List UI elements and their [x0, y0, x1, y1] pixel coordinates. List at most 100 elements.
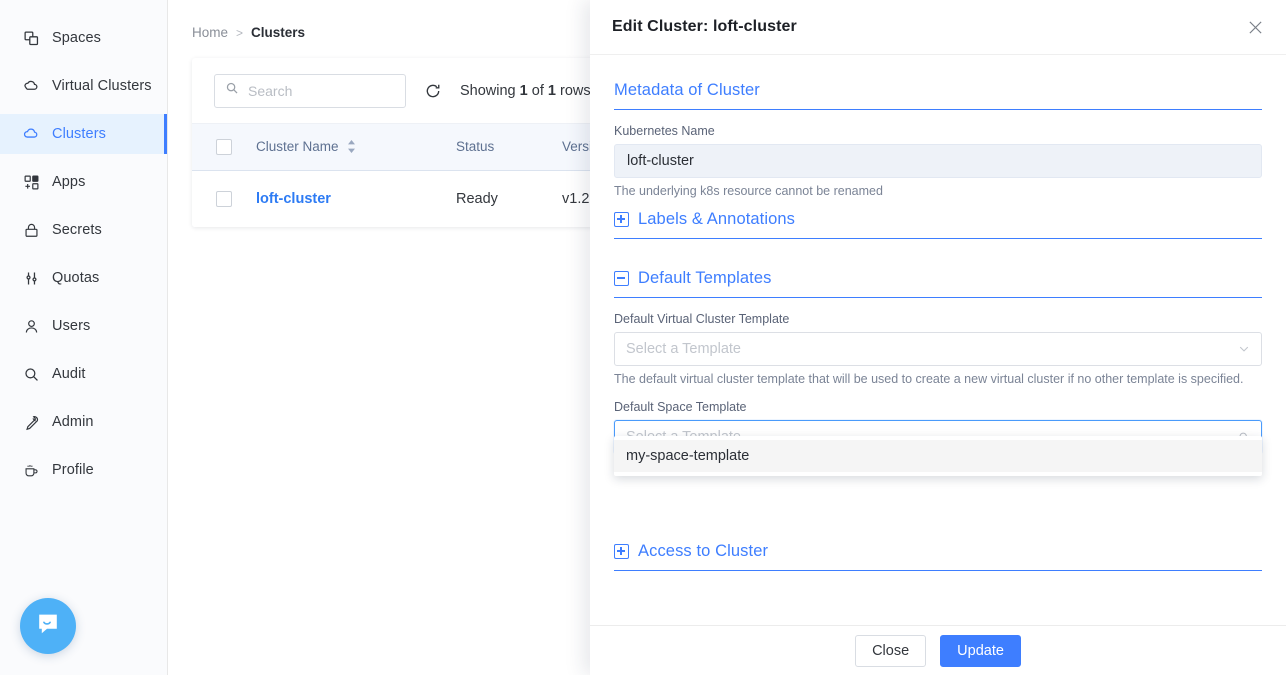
section-access-to-cluster: Access to Cluster	[614, 542, 1262, 571]
labels-annotations-toggle[interactable]: Labels & Annotations	[614, 210, 1262, 229]
kubernetes-name-input: loft-cluster	[614, 144, 1262, 178]
section-default-templates: Default Templates Default Virtual Cluste…	[614, 269, 1262, 454]
sidebar-item-label: Users	[52, 318, 90, 334]
row-checkbox[interactable]	[216, 191, 232, 207]
chat-widget-button[interactable]	[20, 598, 76, 654]
sidebar-item-virtual-clusters[interactable]: Virtual Clusters	[0, 66, 167, 106]
cell-status: Ready	[456, 190, 562, 208]
breadcrumb: Home > Clusters	[192, 25, 305, 40]
sidebar: Spaces Virtual Clusters Clusters	[0, 0, 168, 675]
section-label: Access to Cluster	[638, 542, 768, 561]
sidebar-item-secrets[interactable]: Secrets	[0, 210, 167, 250]
sidebar-item-apps[interactable]: Apps	[0, 162, 167, 202]
rows-info: Showing 1 of 1 rows	[460, 83, 591, 99]
edit-cluster-drawer: Edit Cluster: loft-cluster Metadata of C…	[590, 0, 1286, 675]
sidebar-item-audit[interactable]: Audit	[0, 354, 167, 394]
sidebar-item-label: Virtual Clusters	[52, 78, 152, 94]
sidebar-item-label: Audit	[52, 366, 86, 382]
breadcrumb-separator: >	[236, 26, 243, 40]
column-header-cluster-name[interactable]: Cluster Name	[256, 138, 456, 156]
labels-annotations-label: Labels & Annotations	[638, 210, 795, 229]
chevron-down-icon[interactable]	[1238, 343, 1250, 355]
minus-square-icon[interactable]	[614, 271, 629, 286]
rows-suffix: rows	[560, 83, 591, 99]
rows-mid: of	[532, 83, 544, 99]
vcluster-template-label: Default Virtual Cluster Template	[614, 312, 1262, 326]
sidebar-item-label: Spaces	[52, 30, 101, 46]
spaces-icon	[22, 29, 40, 47]
wrench-icon	[22, 413, 40, 431]
access-to-cluster-toggle[interactable]: Access to Cluster	[614, 542, 1262, 561]
sidebar-item-quotas[interactable]: Quotas	[0, 258, 167, 298]
close-icon[interactable]	[1242, 14, 1268, 40]
column-header-label: Status	[456, 139, 494, 154]
breadcrumb-home[interactable]: Home	[192, 25, 228, 40]
drawer-title: Edit Cluster: loft-cluster	[612, 18, 797, 36]
apps-grid-icon	[22, 173, 40, 191]
space-template-dropdown: my-space-template	[614, 436, 1262, 476]
drawer-body: Metadata of Cluster Kubernetes Name loft…	[590, 55, 1286, 625]
sidebar-item-label: Clusters	[52, 126, 106, 142]
dropdown-option[interactable]: my-space-template	[614, 440, 1262, 472]
section-divider	[614, 109, 1262, 110]
close-button[interactable]: Close	[855, 635, 926, 667]
refresh-icon[interactable]	[424, 82, 442, 100]
kubernetes-name-hint: The underlying k8s resource cannot be re…	[614, 184, 1262, 198]
column-header-status[interactable]: Status	[456, 138, 562, 156]
sidebar-item-users[interactable]: Users	[0, 306, 167, 346]
default-space-template-field: Default Space Template Select a Template…	[614, 400, 1262, 454]
default-virtual-cluster-template-field: Default Virtual Cluster Template Select …	[614, 312, 1262, 386]
rows-count: 1	[520, 83, 528, 99]
vcluster-template-placeholder: Select a Template	[626, 341, 1238, 357]
section-divider	[614, 297, 1262, 298]
search-input[interactable]	[248, 83, 395, 99]
plus-square-icon[interactable]	[614, 544, 629, 559]
sidebar-item-spaces[interactable]: Spaces	[0, 18, 167, 58]
section-label: Default Templates	[638, 269, 771, 288]
search-box[interactable]	[214, 74, 406, 108]
vcluster-template-select[interactable]: Select a Template	[614, 332, 1262, 366]
search-icon	[22, 365, 40, 383]
app-root: Spaces Virtual Clusters Clusters	[0, 0, 1286, 675]
sliders-icon	[22, 269, 40, 287]
chat-bubble-icon	[34, 610, 62, 643]
kubernetes-name-value: loft-cluster	[627, 153, 694, 169]
kubernetes-name-field: Kubernetes Name loft-cluster The underly…	[614, 124, 1262, 198]
breadcrumb-current: Clusters	[251, 25, 305, 40]
section-divider	[614, 238, 1262, 239]
cluster-name-link[interactable]: loft-cluster	[256, 191, 331, 207]
sidebar-item-profile[interactable]: Profile	[0, 450, 167, 490]
vcluster-template-hint: The default virtual cluster template tha…	[614, 372, 1262, 386]
select-all-checkbox[interactable]	[216, 139, 232, 155]
default-templates-toggle[interactable]: Default Templates	[614, 269, 1262, 288]
update-button[interactable]: Update	[940, 635, 1021, 667]
sidebar-item-clusters[interactable]: Clusters	[0, 114, 167, 154]
rows-prefix: Showing	[460, 83, 516, 99]
virtual-clusters-icon	[22, 77, 40, 95]
plus-square-icon[interactable]	[614, 212, 629, 227]
sidebar-item-label: Profile	[52, 462, 94, 478]
sort-icon[interactable]	[347, 140, 356, 153]
sidebar-item-label: Apps	[52, 174, 85, 190]
rows-total: 1	[548, 83, 556, 99]
sidebar-item-admin[interactable]: Admin	[0, 402, 167, 442]
section-metadata: Metadata of Cluster Kubernetes Name loft…	[614, 81, 1262, 239]
section-divider	[614, 570, 1262, 571]
status-badge: Ready	[456, 191, 498, 207]
cell-cluster-name: loft-cluster	[256, 190, 456, 208]
row-select-cell	[192, 191, 256, 207]
cloud-icon	[22, 125, 40, 143]
sidebar-item-label: Admin	[52, 414, 94, 430]
drawer-header: Edit Cluster: loft-cluster	[590, 0, 1286, 55]
dropdown-option-label: my-space-template	[626, 448, 749, 464]
space-template-label: Default Space Template	[614, 400, 1262, 414]
lock-icon	[22, 221, 40, 239]
sidebar-item-label: Quotas	[52, 270, 99, 286]
kubernetes-name-label: Kubernetes Name	[614, 124, 1262, 138]
coffee-cup-icon	[22, 461, 40, 479]
section-title-metadata: Metadata of Cluster	[614, 81, 1262, 100]
drawer-footer: Close Update	[590, 625, 1286, 675]
column-header-label: Cluster Name	[256, 139, 339, 154]
sidebar-item-label: Secrets	[52, 222, 102, 238]
select-all-cell	[192, 139, 256, 155]
